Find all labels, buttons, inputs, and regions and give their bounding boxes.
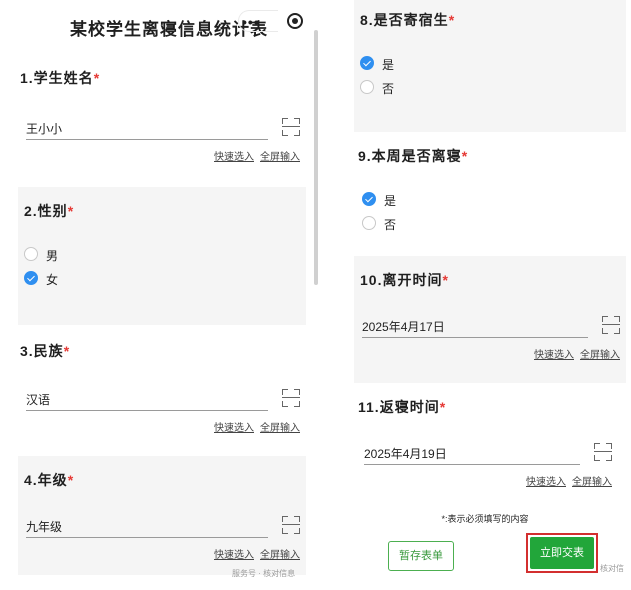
- leaving-option-no[interactable]: 否: [358, 212, 616, 236]
- option-label: 是: [382, 58, 395, 72]
- option-label: 否: [384, 218, 397, 232]
- input-underline: [362, 337, 588, 338]
- ethnicity-field[interactable]: 汉语: [20, 385, 304, 415]
- question-title: 10.离开时间: [360, 272, 443, 288]
- question-title: 4.年级: [24, 472, 68, 488]
- leave-time-field[interactable]: 2025年4月17日: [356, 312, 624, 342]
- quick-select-link[interactable]: 快速选入: [534, 350, 574, 361]
- full-screen-link[interactable]: 全屏输入: [572, 477, 612, 488]
- radio-checked-icon[interactable]: [24, 271, 38, 285]
- student-name-field[interactable]: 王小小: [20, 114, 304, 144]
- full-screen-link[interactable]: 全屏输入: [260, 152, 300, 163]
- required-mark: *: [439, 399, 447, 415]
- leaving-option-yes[interactable]: 是: [358, 188, 616, 212]
- quick-select-link[interactable]: 快速选入: [214, 550, 254, 561]
- submit-button[interactable]: 立即交表: [530, 537, 594, 569]
- leave-time-value[interactable]: 2025年4月17日: [362, 318, 445, 335]
- input-links: 快速选入 全屏输入: [356, 346, 624, 361]
- scan-icon[interactable]: [602, 316, 620, 334]
- scan-icon[interactable]: [282, 389, 300, 407]
- boarder-option-no[interactable]: 否: [356, 76, 624, 100]
- option-label: 否: [382, 82, 395, 96]
- student-name-value[interactable]: 王小小: [26, 120, 62, 137]
- leaving-options: 是 否: [358, 188, 616, 236]
- grade-field[interactable]: 九年级: [20, 512, 304, 542]
- boarder-options: 是 否: [356, 52, 624, 100]
- required-mark: *: [93, 70, 101, 86]
- question-student-name: 1.学生姓名* 王小小 快速选入 全屏输入: [10, 54, 314, 173]
- scan-icon[interactable]: [282, 516, 300, 534]
- question-leaving-this-week: 9.本周是否离寝* 是 否: [344, 132, 626, 256]
- full-screen-link[interactable]: 全屏输入: [260, 550, 300, 561]
- gender-option-female[interactable]: 女: [20, 267, 304, 291]
- radio-unchecked-icon[interactable]: [362, 216, 376, 230]
- question-title: 1.学生姓名: [20, 70, 94, 86]
- question-title: 2.性别: [24, 203, 68, 219]
- input-links: 快速选入 全屏输入: [20, 148, 304, 163]
- left-form-panel: 某校学生离寝信息统计表 ••• 1.学生姓名* 王小小 快速选入 全屏输入 2.性…: [10, 0, 314, 582]
- option-label: 男: [46, 249, 59, 263]
- question-title: 11.返寝时间: [358, 399, 440, 415]
- input-underline: [26, 537, 268, 538]
- full-screen-link[interactable]: 全屏输入: [580, 350, 620, 361]
- scan-icon[interactable]: [282, 118, 300, 136]
- form-header: 某校学生离寝信息统计表 •••: [10, 0, 314, 54]
- save-draft-button[interactable]: 暂存表单: [388, 541, 454, 571]
- question-title: 9.本周是否离寝: [358, 148, 462, 164]
- scrollbar[interactable]: [314, 30, 318, 285]
- boarder-option-yes[interactable]: 是: [356, 52, 624, 76]
- quick-select-link[interactable]: 快速选入: [526, 477, 566, 488]
- input-underline: [364, 464, 580, 465]
- question-return-time: 11.返寝时间* 2025年4月19日 快速选入 全屏输入: [344, 383, 626, 498]
- close-target-icon[interactable]: [287, 13, 303, 29]
- required-mark: *: [448, 12, 456, 28]
- gender-options: 男 女: [20, 243, 304, 291]
- input-underline: [26, 410, 268, 411]
- question-grade: 4.年级* 九年级 快速选入 全屏输入: [18, 456, 306, 575]
- form-actions: 暂存表单 立即交表 核对信: [344, 533, 626, 581]
- option-label: 女: [46, 273, 59, 287]
- radio-unchecked-icon[interactable]: [24, 247, 38, 261]
- input-links: 快速选入 全屏输入: [20, 419, 304, 434]
- ethnicity-value[interactable]: 汉语: [26, 391, 50, 408]
- required-mark: *: [461, 148, 469, 164]
- scan-icon[interactable]: [594, 443, 612, 461]
- required-mark: *: [67, 472, 75, 488]
- grade-value[interactable]: 九年级: [26, 518, 62, 535]
- return-time-value[interactable]: 2025年4月19日: [364, 445, 447, 462]
- more-menu-icon[interactable]: •••: [242, 14, 260, 30]
- input-links: 快速选入 全屏输入: [20, 546, 304, 561]
- question-gender: 2.性别* 男 女: [18, 187, 306, 325]
- required-mark: *: [63, 343, 71, 359]
- watermark-text: 核对信: [600, 564, 624, 573]
- radio-checked-icon[interactable]: [360, 56, 374, 70]
- quick-select-link[interactable]: 快速选入: [214, 152, 254, 163]
- question-ethnicity: 3.民族* 汉语 快速选入 全屏输入: [10, 325, 314, 444]
- question-title: 3.民族: [20, 343, 64, 359]
- question-leave-time: 10.离开时间* 2025年4月17日 快速选入 全屏输入: [354, 256, 626, 383]
- radio-unchecked-icon[interactable]: [360, 80, 374, 94]
- radio-checked-icon[interactable]: [362, 192, 376, 206]
- quick-select-link[interactable]: 快速选入: [214, 423, 254, 434]
- right-form-panel: 8.是否寄宿生* 是 否 9.本周是否离寝* 是 否 10.离开时间* 2025…: [344, 0, 626, 582]
- required-mark: *: [67, 203, 75, 219]
- return-time-field[interactable]: 2025年4月19日: [358, 439, 616, 469]
- question-title: 8.是否寄宿生: [360, 12, 449, 28]
- required-note: *:表示必须填写的内容: [441, 514, 529, 524]
- full-screen-link[interactable]: 全屏输入: [260, 423, 300, 434]
- gender-option-male[interactable]: 男: [20, 243, 304, 267]
- option-label: 是: [384, 194, 397, 208]
- input-underline: [26, 139, 268, 140]
- question-boarder: 8.是否寄宿生* 是 否: [354, 0, 626, 132]
- required-mark: *: [442, 272, 449, 288]
- watermark-text: 服务号 · 核对信息: [232, 569, 296, 578]
- input-links: 快速选入 全屏输入: [358, 473, 616, 488]
